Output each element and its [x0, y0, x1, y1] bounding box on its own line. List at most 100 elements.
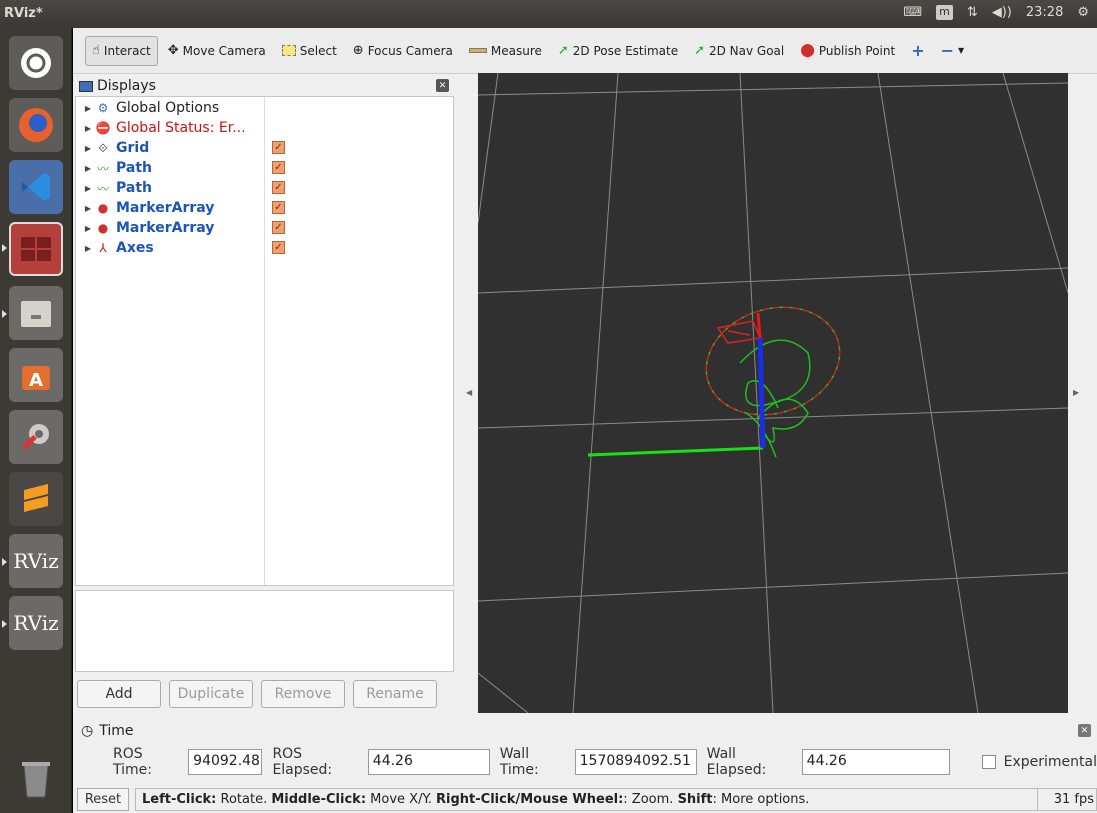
time-fields: ROS Time: 94092.48 ROS Elapsed: 44.26 Wa…: [73, 745, 1097, 779]
expand-arrow-icon[interactable]: ▶: [82, 124, 94, 133]
display-item[interactable]: ▶ ⟐ Grid ✓: [76, 138, 453, 158]
time-title: Time: [99, 723, 134, 739]
rename-button[interactable]: Rename: [353, 680, 437, 708]
rviz-icon[interactable]: RViz: [9, 596, 63, 650]
fps-counter: 31 fps: [1037, 788, 1097, 811]
3d-viewport[interactable]: [478, 73, 1068, 713]
tool-move-camera[interactable]: ✥ Move Camera: [162, 36, 272, 66]
enabled-checkbox[interactable]: ✓: [272, 141, 285, 154]
tool-select[interactable]: Select: [276, 36, 343, 66]
enabled-checkbox[interactable]: ✓: [272, 161, 285, 174]
plus-icon: +: [911, 41, 925, 60]
settings-icon[interactable]: [9, 410, 63, 464]
volume-icon[interactable]: ◀)): [992, 5, 1012, 20]
tool-toolbar: ☝ Interact ✥ Move Camera Select ⊕ Focus Cam…: [73, 28, 1097, 74]
close-icon[interactable]: ✕: [1078, 724, 1091, 737]
display-item[interactable]: ▶ ⛔ Global Status: Er...: [76, 118, 453, 138]
nav-goal-icon: ➚: [694, 43, 705, 58]
sublime-icon[interactable]: [9, 472, 63, 526]
close-icon[interactable]: ✕: [436, 79, 449, 92]
vscode-icon[interactable]: [9, 160, 63, 214]
ubuntu-icon[interactable]: [9, 36, 63, 90]
display-item[interactable]: ▶ ● MarkerArray ✓: [76, 198, 453, 218]
software-center-icon[interactable]: A: [9, 348, 63, 402]
ros-time-label: ROS Time:: [113, 746, 152, 778]
input-method-icon[interactable]: m: [936, 5, 953, 20]
wall-time-label: Wall Time:: [499, 746, 539, 778]
time-panel-header: ◷ Time ✕: [73, 720, 1097, 742]
system-monitor-icon[interactable]: [9, 222, 63, 276]
keyboard-icon[interactable]: ⌨: [903, 5, 922, 20]
enabled-checkbox[interactable]: ✓: [272, 181, 285, 194]
help-text: Left-Click: Rotate. Middle-Click: Move X…: [135, 788, 1037, 811]
collapse-left-arrow[interactable]: ◀: [466, 388, 472, 397]
publish-point-icon: ⬤: [800, 43, 815, 58]
expand-arrow-icon[interactable]: ▶: [82, 204, 94, 213]
monitor-icon: [79, 80, 93, 92]
remove-button[interactable]: Remove: [261, 680, 345, 708]
wall-time-field[interactable]: 1570894092.51: [574, 749, 697, 775]
chevron-down-icon: ▼: [958, 46, 965, 55]
display-item-label: Path: [116, 160, 152, 176]
grid-icon: ⟐: [98, 140, 108, 155]
collapse-right-arrow[interactable]: ▶: [1073, 388, 1079, 397]
display-item[interactable]: ▶ 〰 Path ✓: [76, 178, 453, 198]
wall-elapsed-field[interactable]: 44.26: [801, 749, 950, 775]
minus-icon: −: [940, 41, 955, 60]
add-button[interactable]: Add: [77, 680, 161, 708]
experimental-checkbox[interactable]: [981, 755, 996, 769]
display-item[interactable]: ▶ ● MarkerArray ✓: [76, 218, 453, 238]
experimental-label: Experimental: [1003, 754, 1097, 770]
network-icon[interactable]: ⇅: [967, 5, 978, 20]
display-item[interactable]: ▶ ⚙ Global Options: [76, 98, 453, 118]
expand-arrow-icon[interactable]: ▶: [82, 164, 94, 173]
display-item-label: Grid: [116, 140, 150, 156]
tool-2d-pose-estimate[interactable]: ➚ 2D Pose Estimate: [552, 36, 684, 66]
ros-elapsed-label: ROS Elapsed:: [272, 746, 333, 778]
display-item-label: MarkerArray: [116, 220, 215, 236]
enabled-checkbox[interactable]: ✓: [272, 221, 285, 234]
tool-2d-nav-goal[interactable]: ➚ 2D Nav Goal: [688, 36, 790, 66]
expand-arrow-icon[interactable]: ▶: [82, 244, 94, 253]
firefox-icon[interactable]: [9, 98, 63, 152]
expand-arrow-icon[interactable]: ▶: [82, 224, 94, 233]
tool-measure[interactable]: Measure: [463, 36, 548, 66]
reset-button[interactable]: Reset: [77, 788, 129, 811]
tool-publish-point[interactable]: ⬤ Publish Point: [794, 36, 901, 66]
svg-text:A: A: [29, 370, 43, 391]
select-icon: [281, 45, 296, 56]
displays-tree: ▶ ⚙ Global Options ▶ ⛔ Global Status: Er... ▶ ⟐…: [75, 96, 454, 586]
displays-header: Displays ✕: [75, 76, 453, 96]
pose-estimate-icon: ➚: [557, 43, 569, 58]
path-icon: 〰: [96, 181, 109, 196]
files-icon[interactable]: [9, 286, 63, 340]
expand-arrow-icon[interactable]: ▶: [82, 184, 94, 193]
gear-icon[interactable]: ⚙: [1077, 5, 1089, 20]
ros-elapsed-field[interactable]: 44.26: [367, 749, 490, 775]
system-tray: ⌨ m ⇅ ◀)) 23:28 ⚙: [903, 5, 1089, 20]
duplicate-button[interactable]: Duplicate: [169, 680, 253, 708]
tool-focus-camera[interactable]: ⊕ Focus Camera: [347, 36, 459, 66]
tool-interact[interactable]: ☝ Interact: [85, 35, 158, 66]
display-item-label: MarkerArray: [116, 200, 215, 216]
rviz-icon[interactable]: RViz: [9, 534, 63, 588]
global-options-icon: ⚙: [97, 101, 109, 115]
error-status-icon: ⛔: [95, 121, 111, 135]
axes-marker: [587, 312, 766, 457]
path-trajectory: [705, 306, 841, 458]
display-item-label: Path: [116, 180, 152, 196]
display-item[interactable]: ▶ ⅄ Axes ✓: [76, 238, 453, 258]
enabled-checkbox[interactable]: ✓: [272, 201, 285, 214]
clock[interactable]: 23:28: [1026, 5, 1063, 20]
marker-array-icon: ●: [97, 221, 109, 235]
remove-tool-button[interactable]: − ▼: [935, 36, 971, 66]
rviz-window: ☝ Interact ✥ Move Camera Select ⊕ Focus Cam…: [73, 28, 1097, 813]
expand-arrow-icon[interactable]: ▶: [82, 144, 94, 153]
path-icon: 〰: [96, 161, 109, 176]
display-item[interactable]: ▶ 〰 Path ✓: [76, 158, 453, 178]
add-tool-button[interactable]: +: [905, 36, 930, 66]
expand-arrow-icon[interactable]: ▶: [82, 104, 94, 113]
ros-time-field[interactable]: 94092.48: [188, 749, 263, 775]
trash-icon[interactable]: [9, 752, 63, 806]
enabled-checkbox[interactable]: ✓: [272, 241, 285, 254]
